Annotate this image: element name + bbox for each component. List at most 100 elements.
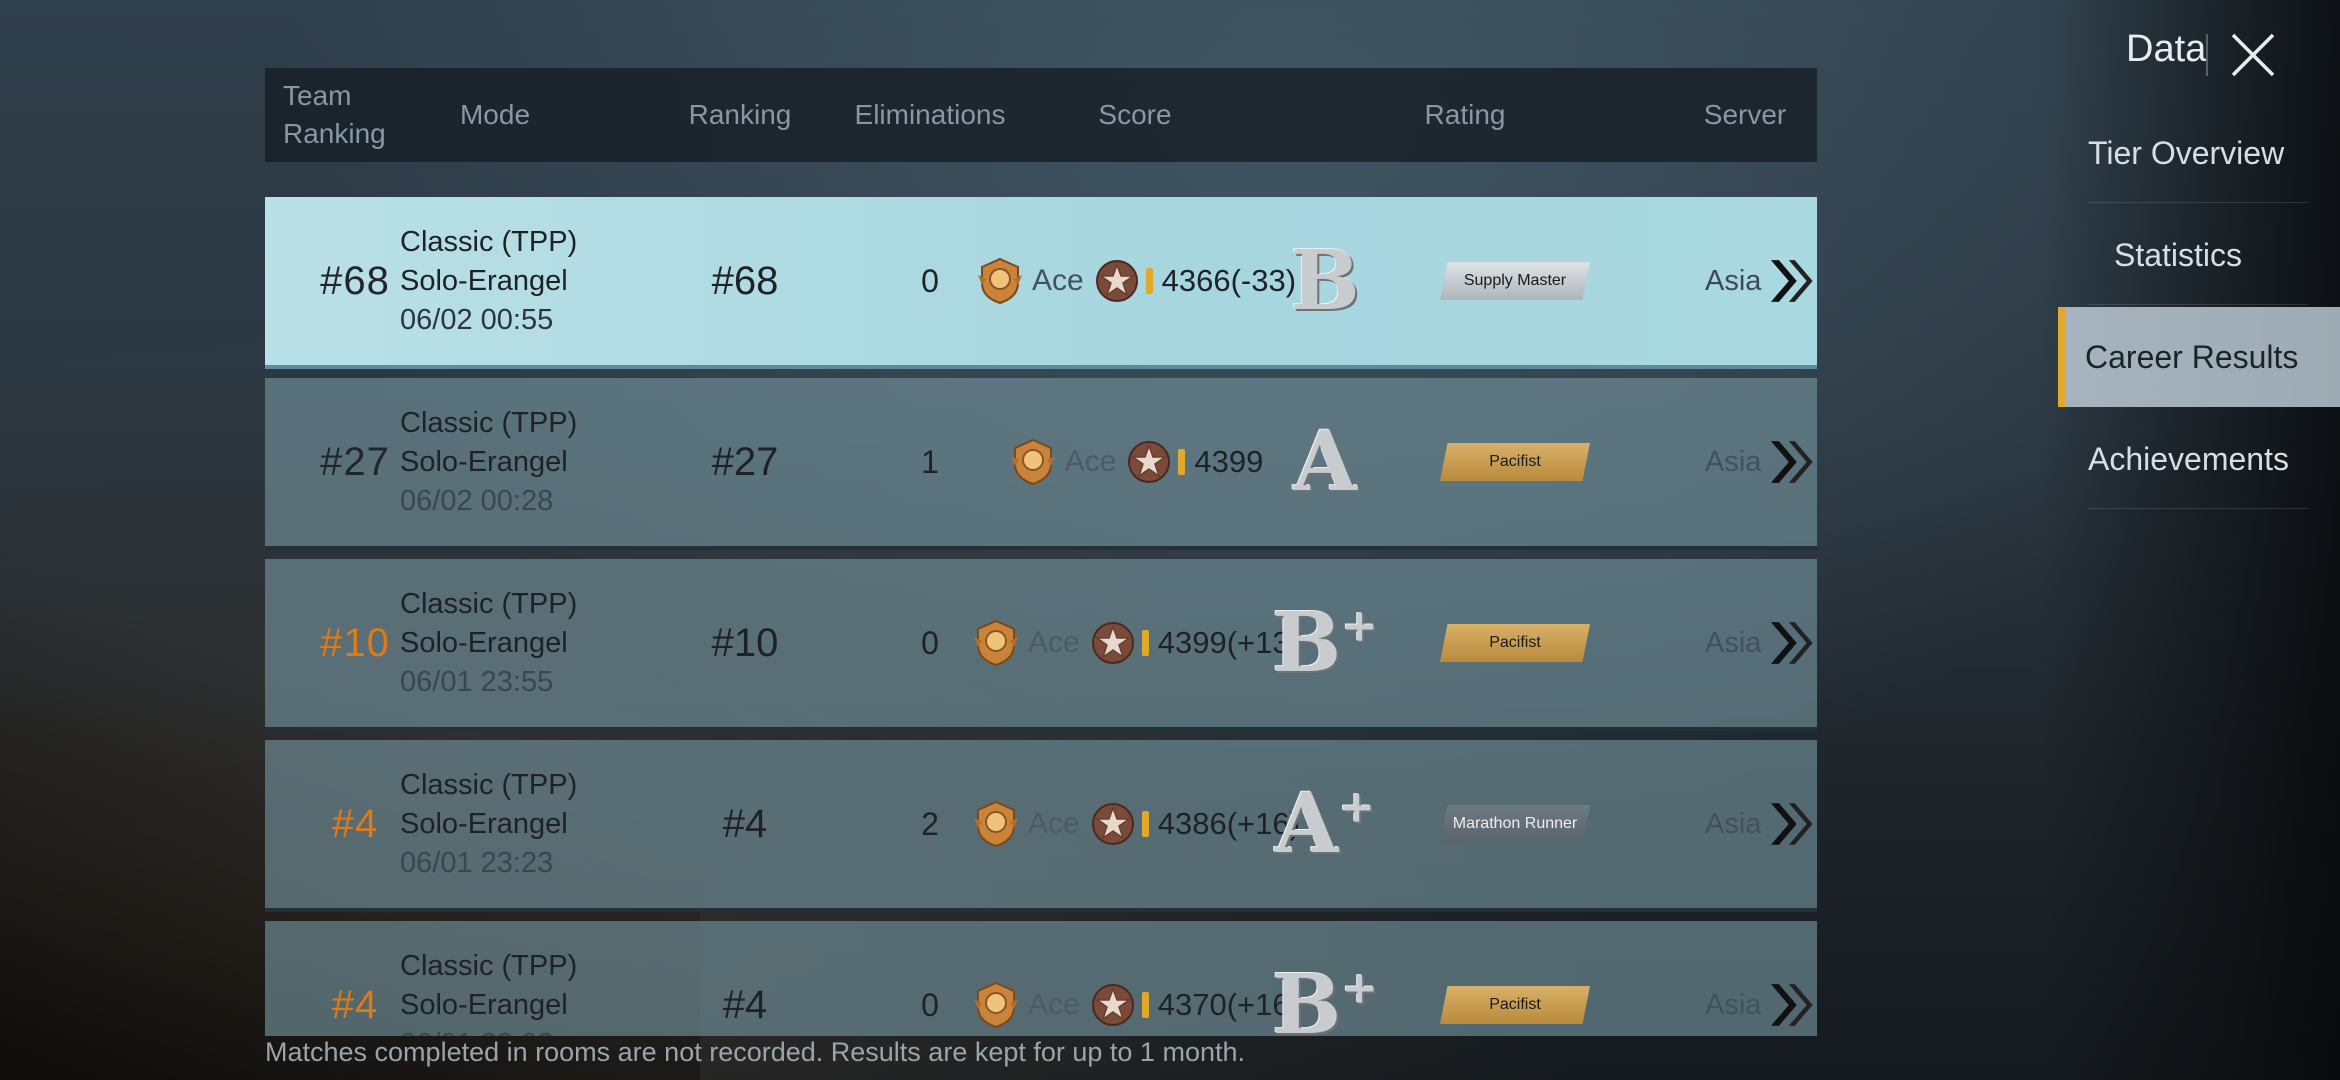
badge-label: Pacifist xyxy=(1440,986,1590,1024)
tier-label: Ace xyxy=(1028,988,1080,1021)
rating-plus: + xyxy=(1341,963,1379,1014)
nav-tier-overview[interactable]: Tier Overview xyxy=(2058,103,2340,203)
server-name: Asia xyxy=(1705,264,1762,297)
double-chevron-right-icon xyxy=(1771,622,1814,664)
divider xyxy=(2088,508,2308,509)
server-name: Asia xyxy=(1705,626,1762,659)
server[interactable]: Asia xyxy=(1705,921,1817,1036)
rating-plus: + xyxy=(1338,782,1376,833)
ace-tier-emblem-icon xyxy=(974,800,1019,848)
mode-info: Classic (TPP) Solo-Erangel 06/01 23:55 xyxy=(400,559,660,727)
table-body: #68 Classic (TPP) Solo-Erangel 06/02 00:… xyxy=(265,197,1817,1036)
server-name: Asia xyxy=(1705,807,1762,840)
rating-badge: Pacifist xyxy=(1440,559,1590,727)
tier-bar xyxy=(1141,992,1149,1018)
header-eliminations: Eliminations xyxy=(854,99,1006,130)
nav-achievements[interactable]: Achievements xyxy=(2058,409,2340,509)
ranking: #68 xyxy=(711,258,779,303)
match-date: 06/02 00:55 xyxy=(400,303,554,336)
score-value: 4399 xyxy=(1194,444,1264,479)
rating-grade: A xyxy=(1293,414,1357,510)
badge-label: Pacifist xyxy=(1440,443,1590,481)
match-date: 06/01 23:55 xyxy=(400,665,554,698)
table-row[interactable]: #68 Classic (TPP) Solo-Erangel 06/02 00:… xyxy=(265,197,1817,369)
rating-grade: B xyxy=(1290,233,1359,329)
map-name: Solo-Erangel xyxy=(400,264,568,297)
badge-label: Pacifist xyxy=(1440,624,1590,662)
nav-label: Career Results xyxy=(2085,338,2299,375)
ranking: #10 xyxy=(711,620,779,665)
footer-note: Matches completed in rooms are not recor… xyxy=(265,1037,1245,1067)
rating-plus: + xyxy=(1341,601,1379,652)
rating: B xyxy=(1255,197,1395,365)
map-name: Solo-Erangel xyxy=(400,807,568,840)
rating-letter: B xyxy=(1290,233,1360,329)
mode-info: Classic (TPP) Solo-Erangel 06/02 00:28 xyxy=(400,378,660,546)
mode-name: Classic (TPP) xyxy=(400,225,578,258)
ranking: #27 xyxy=(711,439,779,484)
tier-bar xyxy=(1141,630,1149,656)
table-header: Team Ranking Mode Ranking Eliminations S… xyxy=(265,68,1817,162)
ace-tier-emblem-icon xyxy=(977,257,1022,305)
rating-letter: B xyxy=(1271,595,1342,691)
nav-career-results[interactable]: Career Results xyxy=(2058,307,2340,407)
tier-label: Ace xyxy=(1064,445,1117,478)
rating-badge: Marathon Runner xyxy=(1440,740,1590,908)
rating-grade: B+ xyxy=(1272,595,1378,691)
close-button[interactable] xyxy=(2224,26,2282,84)
rating-letter: A xyxy=(1293,414,1357,510)
server[interactable]: Asia xyxy=(1705,559,1817,727)
close-icon xyxy=(2231,33,2275,77)
server[interactable]: Asia xyxy=(1705,197,1817,365)
server[interactable]: Asia xyxy=(1705,378,1817,546)
table-row[interactable]: #10 Classic (TPP) Solo-Erangel 06/01 23:… xyxy=(265,559,1817,731)
rating: B+ xyxy=(1255,921,1395,1036)
server[interactable]: Asia xyxy=(1705,740,1817,908)
double-chevron-right-icon xyxy=(1771,441,1814,483)
ranking: #4 xyxy=(722,801,768,846)
career-results-table: Team Ranking Mode Ranking Eliminations S… xyxy=(265,68,1817,1036)
tier-label: Ace xyxy=(1028,807,1080,840)
star-emblem-icon xyxy=(1095,260,1138,302)
divider xyxy=(2088,202,2308,203)
match-date: 06/02 00:28 xyxy=(400,484,554,517)
nav-statistics[interactable]: Statistics xyxy=(2058,205,2340,305)
header-mode: Mode xyxy=(459,99,531,130)
mode-name: Classic (TPP) xyxy=(400,406,578,439)
mode-info: Classic (TPP) Solo-Erangel 06/01 23:23 xyxy=(400,740,660,908)
rating: A+ xyxy=(1255,740,1395,908)
server-name: Asia xyxy=(1705,445,1762,478)
ace-tier-emblem-icon xyxy=(1010,438,1055,486)
divider xyxy=(2088,304,2308,305)
table-row[interactable]: #4 Classic (TPP) Solo-Erangel 06/01 23:2… xyxy=(265,740,1817,912)
panel-title: Data xyxy=(2126,28,2207,70)
ranking: #4 xyxy=(722,982,768,1027)
rating-badge: Pacifist xyxy=(1440,921,1590,1036)
server-name: Asia xyxy=(1705,988,1762,1021)
rating: B+ xyxy=(1255,559,1395,727)
star-emblem-icon xyxy=(1128,441,1171,483)
table-row[interactable]: #27 Classic (TPP) Solo-Erangel 06/02 00:… xyxy=(265,378,1817,550)
map-name: Solo-Erangel xyxy=(400,988,568,1021)
mode-info: Classic (TPP) Solo-Erangel 06/02 00:55 xyxy=(400,197,660,365)
nav-label: Tier Overview xyxy=(2088,134,2285,171)
nav-label: Statistics xyxy=(2114,236,2243,273)
badge-label: Supply Master xyxy=(1440,262,1590,300)
badge-label: Marathon Runner xyxy=(1440,805,1590,843)
mode-info: Classic (TPP) Solo-Erangel 06/01 23:0? xyxy=(400,921,660,1037)
ace-tier-emblem-icon xyxy=(974,619,1019,667)
rating-letter: A xyxy=(1274,776,1339,872)
data-side-panel: Data Tier Overview Statistics Career Res… xyxy=(2058,0,2340,1080)
match-date: 06/01 23:0? xyxy=(400,1025,553,1037)
star-emblem-icon xyxy=(1091,984,1134,1026)
double-chevron-right-icon xyxy=(1771,803,1814,845)
header-rating: Rating xyxy=(1424,99,1506,130)
match-date: 06/01 23:23 xyxy=(400,846,554,879)
table-row[interactable]: #4 Classic (TPP) Solo-Erangel 06/01 23:0… xyxy=(265,921,1817,1036)
title-divider xyxy=(2206,34,2208,76)
tier-bar xyxy=(1141,811,1149,837)
mode-name: Classic (TPP) xyxy=(400,587,578,620)
rating-grade: B+ xyxy=(1272,957,1378,1036)
double-chevron-right-icon xyxy=(1771,260,1814,302)
nav-label: Achievements xyxy=(2088,440,2289,477)
